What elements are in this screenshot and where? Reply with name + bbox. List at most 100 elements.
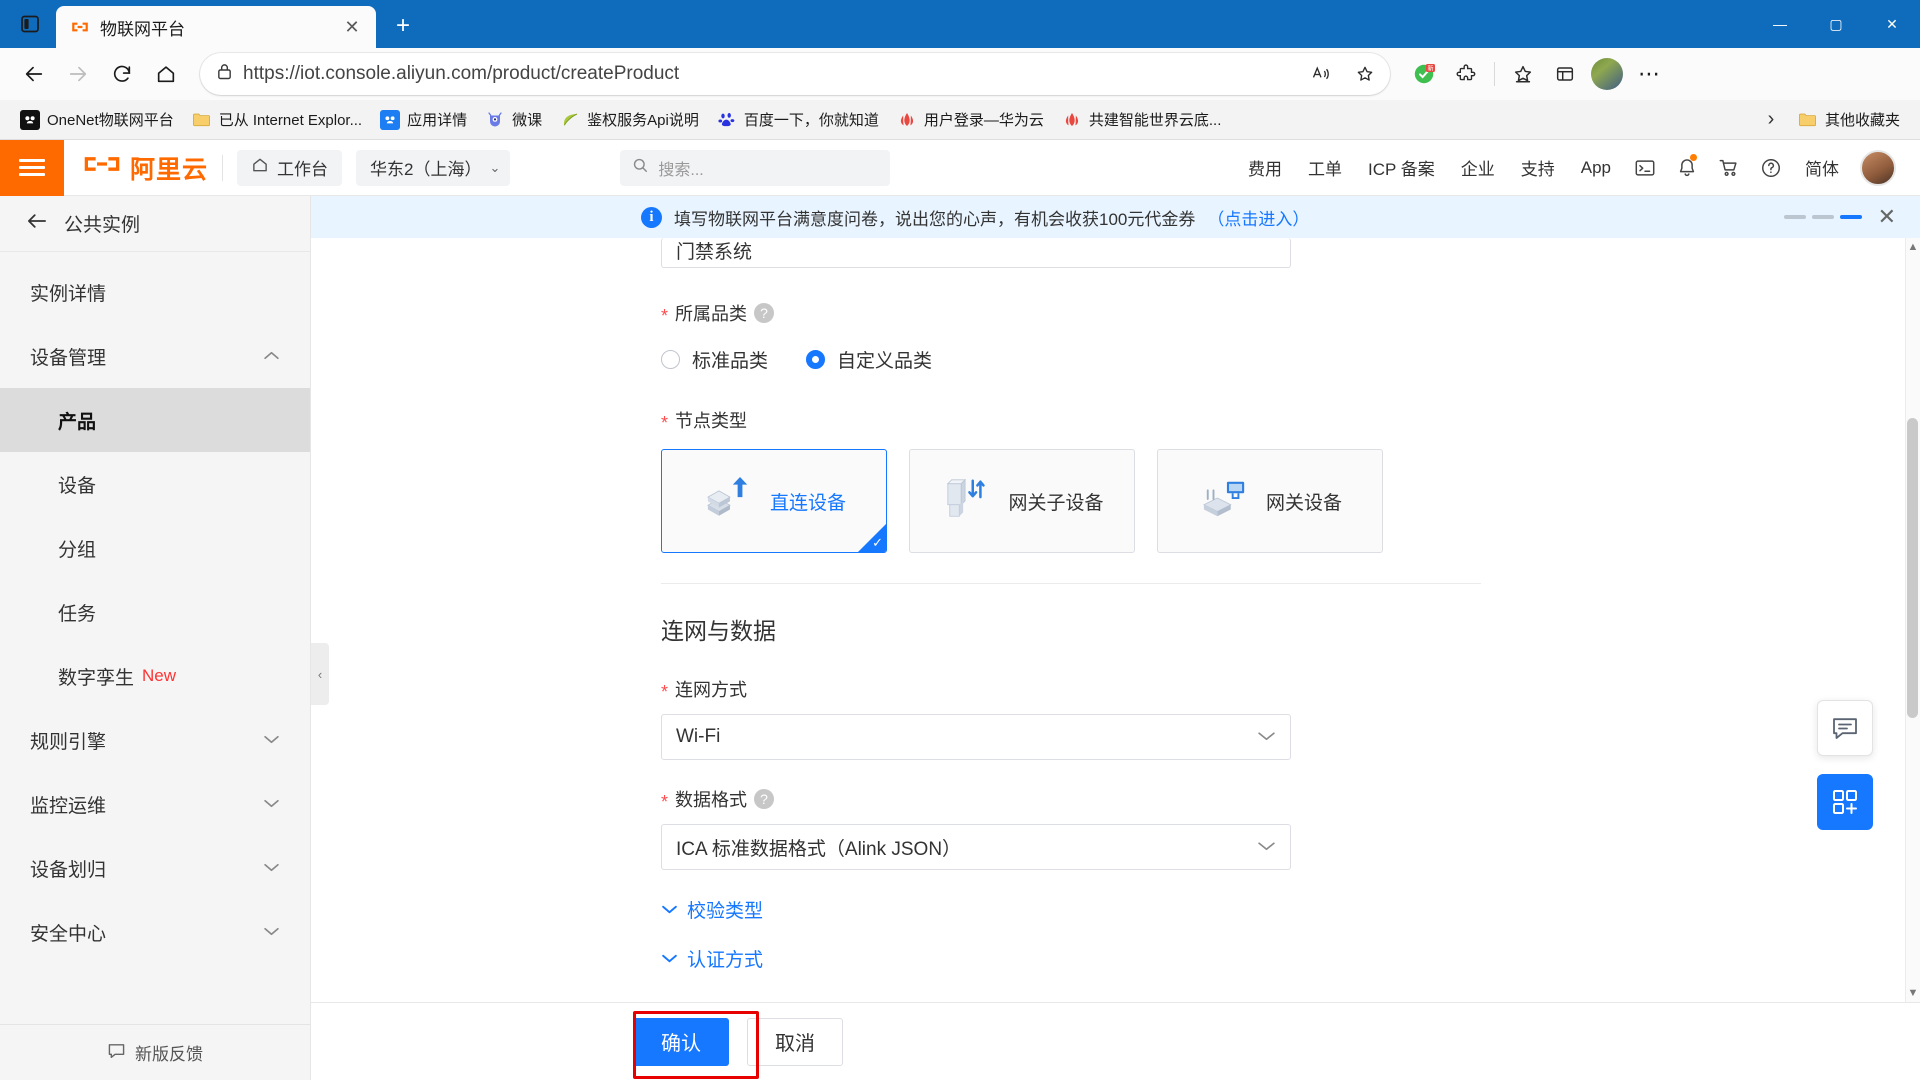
network-mode-field: * 连网方式 Wi-Fi [661,676,1905,760]
folder-icon [192,110,212,130]
sidebar-item-rules-engine[interactable]: 规则引擎 [0,708,310,772]
favorite-star-icon[interactable] [1348,57,1382,91]
node-type-card-label: 网关子设备 [1008,492,1104,514]
section-title-network-data: 连网与数据 [661,618,776,644]
reload-icon[interactable] [102,54,142,94]
sidebar-item-digital-twin[interactable]: 数字孪生 New [0,644,310,708]
help-icon[interactable] [1750,140,1792,196]
bookmark-item[interactable]: OneNet物联网平台 [12,105,182,134]
cancel-button[interactable]: 取消 [747,1017,843,1066]
sidebar-item-groups[interactable]: 分组 [0,516,310,580]
settings-more-icon[interactable]: ⋯ [1629,54,1669,94]
sidebar-item-monitoring[interactable]: 监控运维 [0,772,310,836]
bookmark-item[interactable]: 用户登录—华为云 [889,105,1052,134]
required-marker: * [661,413,669,433]
nav-item-enterprise[interactable]: 企业 [1448,140,1508,196]
close-icon[interactable]: ✕ [1878,204,1896,230]
minimize-icon[interactable]: — [1752,0,1808,48]
nav-item-fee[interactable]: 费用 [1235,140,1295,196]
collections-icon[interactable] [1545,54,1585,94]
region-selector[interactable]: 华东2（上海） ⌄ [356,149,511,186]
other-favorites-label: 其他收藏夹 [1824,112,1900,129]
sidebar-item-instance-detail[interactable]: 实例详情 [0,260,310,324]
extension-green-icon[interactable]: 新 [1404,54,1444,94]
terminal-icon[interactable] [1624,140,1666,196]
sidebar-item-security-center[interactable]: 安全中心 [0,900,310,964]
tab-actions-button[interactable] [8,4,52,44]
aliyun-logo[interactable]: 阿里云 [82,150,208,186]
scrollbar-thumb[interactable] [1907,418,1918,718]
sidebar-feedback-button[interactable]: 新版反馈 [0,1024,310,1080]
confirm-button[interactable]: 确认 [633,1017,729,1066]
collapse-auth-method[interactable]: 认证方式 [661,945,1905,972]
read-aloud-icon[interactable] [1304,57,1338,91]
sidebar-back-public-instance[interactable]: 公共实例 [0,196,310,252]
sidebar-item-device-management[interactable]: 设备管理 [0,324,310,388]
workbench-button[interactable]: 工作台 [237,149,343,186]
onenet-icon [20,109,40,130]
content-scrollbar[interactable]: ▲ ▼ [1905,238,1920,1002]
bookmark-item[interactable]: 微课 [477,105,550,134]
bookmark-item[interactable]: 共建智能世界云底... [1054,105,1230,134]
url-text: https://iot.console.aliyun.com/product/c… [243,63,680,84]
collapse-auth-label: 认证方式 [687,950,764,971]
scroll-up-icon[interactable]: ▲ [1908,241,1919,253]
nav-item-app[interactable]: App [1568,140,1624,196]
node-type-card-gateway-device[interactable]: 网关设备 [1157,449,1383,553]
data-format-value: ICA 标准数据格式（Alink JSON） [676,838,962,860]
bookmark-label: 微课 [512,112,543,129]
chat-widget-button[interactable] [1817,700,1873,756]
sidebar-collapse-toggle[interactable]: ‹ [311,643,329,705]
bookmark-item[interactable]: 已从 Internet Explor... [184,105,370,134]
close-icon[interactable]: ✕ [338,13,366,41]
radio-label: 标准品类 [692,351,769,372]
notice-link[interactable]: （点击进入） [1207,205,1309,230]
data-format-select[interactable]: ICA 标准数据格式（Alink JSON） [661,824,1291,870]
other-favorites-button[interactable]: 其他收藏夹 [1790,105,1908,134]
nav-item-icp[interactable]: ICP 备案 [1355,140,1448,196]
product-name-field[interactable]: 门禁系统 [661,238,1905,268]
radio-custom-category[interactable]: 自定义品类 [806,346,932,373]
search-input[interactable]: 搜索... [620,149,891,186]
cart-icon[interactable] [1708,140,1750,196]
collections-favorites-icon[interactable] [1503,54,1543,94]
sidebar-item-devices[interactable]: 设备 [0,452,310,516]
language-selector[interactable]: 简体 [1792,140,1852,196]
home-icon[interactable] [146,54,186,94]
bell-icon[interactable] [1666,140,1708,196]
sidebar-item-tasks[interactable]: 任务 [0,580,310,644]
address-bar[interactable]: https://iot.console.aliyun.com/product/c… [200,53,1390,95]
bookmark-item[interactable]: 应用详情 [372,105,475,134]
nav-item-ticket[interactable]: 工单 [1295,140,1355,196]
workbench-label: 工作台 [277,160,329,179]
bookmark-item[interactable]: 鉴权服务Api说明 [552,105,707,134]
nav-item-support[interactable]: 支持 [1508,140,1568,196]
extensions-puzzle-icon[interactable] [1446,54,1486,94]
category-label-row: * 所属品类 ? [661,300,1905,326]
collapse-verify-type[interactable]: 校验类型 [661,896,1905,923]
sidebar-item-device-assignment[interactable]: 设备划归 [0,836,310,900]
scroll-down-icon[interactable]: ▼ [1908,987,1919,999]
maximize-icon[interactable]: ▢ [1808,0,1864,48]
bookmark-item[interactable]: 百度一下，你就知道 [709,105,887,134]
window-close-icon[interactable]: ✕ [1864,0,1920,48]
hamburger-icon[interactable] [0,139,64,196]
back-icon[interactable] [14,54,54,94]
carousel-dots[interactable] [1783,215,1862,219]
sidebar-back-label: 公共实例 [64,215,141,236]
apps-grid-button[interactable] [1817,774,1873,830]
help-icon[interactable]: ? [754,789,775,809]
radio-standard-category[interactable]: 标准品类 [661,346,768,373]
node-type-card-gateway-subdevice[interactable]: 网关子设备 [909,449,1135,553]
product-name-input[interactable]: 门禁系统 [661,238,1291,268]
chevron-right-icon[interactable]: › [1756,105,1786,135]
node-type-card-direct-device[interactable]: 直连设备 ✓ [661,449,887,553]
new-tab-button[interactable]: + [384,7,422,45]
sidebar-item-products[interactable]: 产品 [0,388,310,452]
forward-icon[interactable] [58,54,98,94]
avatar[interactable] [1860,149,1896,186]
network-mode-select[interactable]: Wi-Fi [661,714,1291,760]
help-icon[interactable]: ? [754,303,775,323]
profile-avatar[interactable] [1587,54,1627,94]
browser-tab[interactable]: 物联网平台 ✕ [56,6,376,48]
